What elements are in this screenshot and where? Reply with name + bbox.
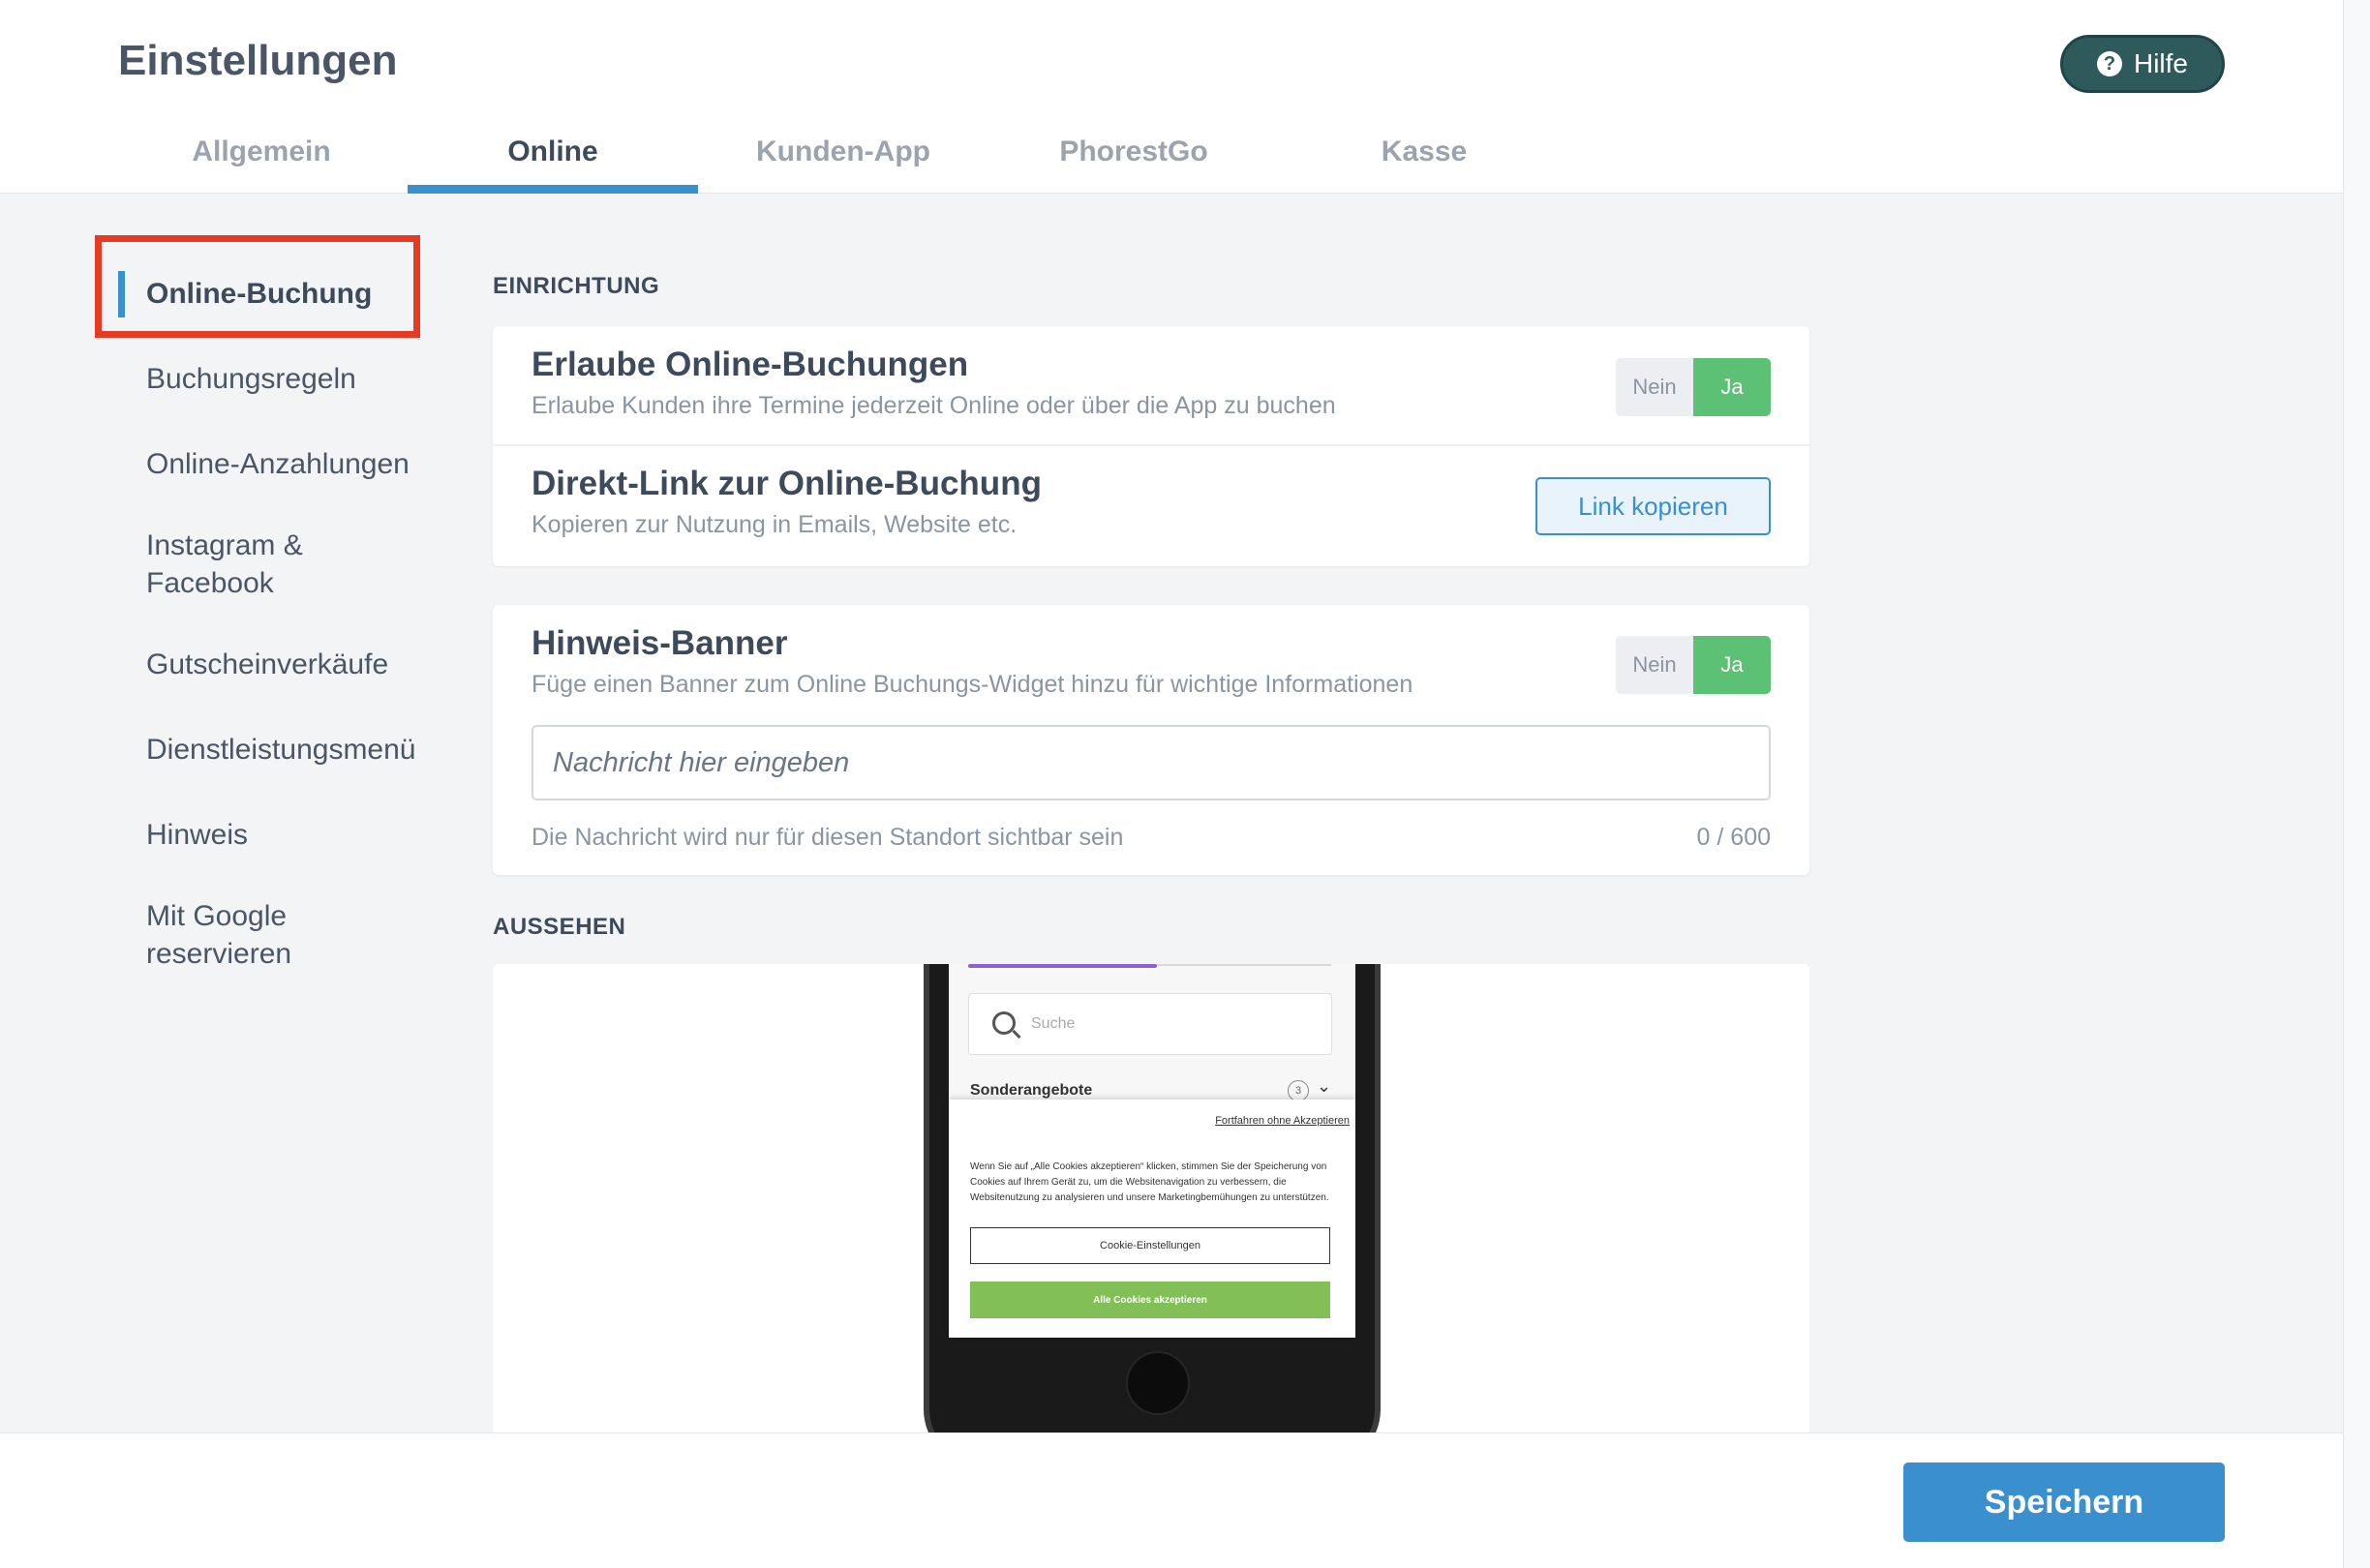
sidebar-item-buchungsregeln[interactable]: Buchungsregeln (146, 360, 356, 398)
sidebar-item-dienstleistungsmenue[interactable]: Dienstleistungsmenü (146, 731, 415, 769)
cookie-banner: Fortfahren ohne Akzeptieren Wenn Sie auf… (949, 1100, 1355, 1338)
sidebar-item-online-anzahlungen[interactable]: Online-Anzahlungen (146, 445, 410, 483)
cookie-skip-link: Fortfahren ohne Akzeptieren (1215, 1115, 1350, 1127)
chevron-down-icon: ⌄ (1317, 1076, 1332, 1096)
cookie-accept-button: Alle Cookies akzeptieren (970, 1282, 1330, 1318)
preview-category: Sonderangebote (970, 1082, 1093, 1099)
help-button[interactable]: ? Hilfe (2060, 35, 2225, 93)
tab-allgemein[interactable]: Allgemein (116, 136, 407, 194)
save-button[interactable]: Speichern (1903, 1462, 2225, 1542)
tab-label: Allgemein (192, 136, 331, 167)
tab-phorestgo[interactable]: PhorestGo (988, 136, 1279, 194)
preview-search-box: Suche (968, 993, 1332, 1055)
preview-category-count: 3 (1288, 1080, 1309, 1101)
tab-kasse[interactable]: Kasse (1279, 136, 1569, 194)
sidebar-item-online-buchung[interactable]: Online-Buchung (146, 275, 372, 313)
footer: Speichern (0, 1432, 2343, 1568)
allow-booking-toggle[interactable]: Nein Ja (1616, 358, 1771, 416)
progress-track (1157, 964, 1331, 966)
booking-settings-card: Erlaube Online-Buchungen Erlaube Kunden … (493, 326, 1809, 566)
banner-title: Hinweis-Banner (532, 624, 788, 662)
page-title: Einstellungen (118, 37, 398, 84)
allow-booking-subtitle: Erlaube Kunden ihre Termine jederzeit On… (532, 392, 1336, 419)
cookie-settings-button: Cookie-Einstellungen (970, 1227, 1330, 1264)
phone-home-button (1126, 1351, 1190, 1415)
tab-online[interactable]: Online (408, 136, 698, 194)
sidebar-item-google-reservieren[interactable]: Mit Google reservieren (146, 897, 369, 973)
phone-mockup: Suche Sonderangebote 3 ⌄ Fortfahren ohne… (924, 964, 1381, 1432)
sidebar-item-instagram-facebook[interactable]: Instagram & Facebook (146, 527, 388, 602)
active-indicator (118, 271, 125, 317)
tab-label: Kunden-App (756, 136, 930, 167)
cookie-text: Wenn Sie auf „Alle Cookies akzeptieren“ … (970, 1161, 1329, 1203)
divider (493, 444, 1809, 446)
sidebar-item-gutscheinverkaeufe[interactable]: Gutscheinverkäufe (146, 646, 388, 683)
appearance-preview-card: Suche Sonderangebote 3 ⌄ Fortfahren ohne… (493, 964, 1809, 1432)
tab-kunden-app[interactable]: Kunden-App (698, 136, 988, 194)
banner-hint: Die Nachricht wird nur für diesen Stando… (532, 824, 1124, 851)
allow-booking-title: Erlaube Online-Buchungen (532, 346, 969, 383)
banner-card: Hinweis-Banner Füge einen Banner zum Onl… (493, 605, 1809, 875)
tab-label: PhorestGo (1059, 136, 1208, 167)
banner-toggle[interactable]: Nein Ja (1616, 636, 1771, 694)
section-heading-aussehen: AUSSEHEN (493, 914, 626, 940)
toggle-yes-option[interactable]: Ja (1693, 358, 1771, 416)
header: Einstellungen ? Hilfe Allgemein Online K… (0, 0, 2343, 194)
progress-line (968, 964, 1157, 968)
copy-link-button[interactable]: Link kopieren (1535, 477, 1771, 535)
banner-message-input[interactable] (532, 725, 1771, 800)
toggle-no-option[interactable]: Nein (1616, 358, 1693, 416)
character-counter: 0 / 600 (1696, 824, 1771, 851)
banner-subtitle: Füge einen Banner zum Online Buchungs-Wi… (532, 671, 1413, 698)
question-circle-icon: ? (2096, 51, 2122, 76)
phone-screen: Suche Sonderangebote 3 ⌄ Fortfahren ohne… (949, 964, 1355, 1338)
search-icon-handle (1012, 1029, 1021, 1040)
direct-link-subtitle: Kopieren zur Nutzung in Emails, Website … (532, 511, 1018, 538)
tab-label: Kasse (1381, 136, 1468, 167)
help-button-label: Hilfe (2133, 48, 2188, 78)
direct-link-title: Direkt-Link zur Online-Buchung (532, 465, 1042, 502)
toggle-yes-option[interactable]: Ja (1693, 636, 1771, 694)
toggle-no-option[interactable]: Nein (1616, 636, 1693, 694)
tab-label: Online (507, 136, 598, 167)
section-heading-einrichtung: EINRICHTUNG (493, 273, 660, 299)
preview-search-placeholder: Suche (1031, 1015, 1076, 1032)
scrollbar[interactable] (2343, 0, 2370, 1568)
sidebar-item-hinweis[interactable]: Hinweis (146, 816, 248, 854)
